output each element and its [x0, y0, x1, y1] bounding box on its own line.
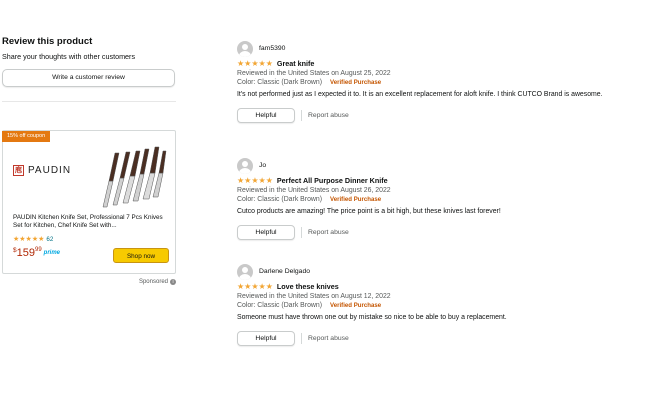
write-review-button[interactable]: Write a customer review — [2, 69, 175, 87]
review-actions: Helpful Report abuse — [237, 108, 637, 123]
review-author[interactable]: fam5390 — [237, 40, 637, 57]
review-title-line: ★★★★★ Love these knives — [237, 282, 637, 291]
review-actions: Helpful Report abuse — [237, 225, 637, 240]
review-actions: Helpful Report abuse — [237, 331, 637, 346]
verified-purchase-badge: Verified Purchase — [330, 79, 382, 86]
coupon-badge: 15% off coupon — [2, 131, 51, 142]
author-name[interactable]: Darlene Delgado — [259, 268, 310, 275]
report-abuse-link[interactable]: Report abuse — [308, 229, 349, 236]
price-fraction: 99 — [34, 247, 42, 253]
divider — [301, 227, 302, 238]
brand-logo: 庖 PAUDIN — [13, 165, 71, 176]
brand-mark-icon: 庖 — [13, 165, 24, 176]
review-author[interactable]: Darlene Delgado — [237, 263, 637, 280]
review-date: Reviewed in the United States on August … — [237, 293, 391, 300]
rating-stars-icon: ★★★★★ — [237, 59, 273, 68]
rating-stars-icon: ★★★★★ — [237, 282, 273, 291]
review-variant: Color: Classic (Dark Brown) Verified Purc… — [237, 79, 637, 86]
review-title[interactable]: Love these knives — [277, 282, 339, 291]
review-product-subtitle: Share your thoughts with other customers — [2, 52, 136, 61]
variant-color: Color: Classic (Dark Brown) — [237, 79, 322, 86]
review-body: Someone must have thrown one out by mist… — [237, 314, 507, 321]
rating-stars-icon: ★★★★★ — [13, 236, 45, 243]
review-variant: Color: Classic (Dark Brown) Verified Purc… — [237, 196, 637, 203]
review-item: fam5390 ★★★★★ Great knife Reviewed in th… — [237, 40, 637, 123]
verified-purchase-badge: Verified Purchase — [330, 196, 382, 203]
sponsored-label[interactable]: Sponsored i — [139, 279, 176, 285]
review-title-line: ★★★★★ Great knife — [237, 59, 637, 68]
avatar — [237, 157, 253, 174]
author-name[interactable]: Jo — [259, 162, 266, 169]
review-body: It's not performed just as I expected it… — [237, 91, 603, 98]
variant-color: Color: Classic (Dark Brown) — [237, 302, 322, 309]
review-author[interactable]: Jo — [237, 157, 637, 174]
ad-product-title[interactable]: PAUDIN Kitchen Knife Set, Professional 7… — [13, 214, 171, 230]
divider — [2, 101, 176, 102]
info-icon[interactable]: i — [170, 279, 176, 285]
sponsored-ad[interactable]: 15% off coupon 庖 PAUDIN PAUDIN Kitchen K… — [2, 130, 176, 274]
author-name[interactable]: fam5390 — [259, 45, 285, 52]
divider — [301, 333, 302, 344]
verified-purchase-badge: Verified Purchase — [330, 302, 382, 309]
helpful-button[interactable]: Helpful — [237, 225, 295, 240]
rating-count[interactable]: 62 — [46, 236, 53, 243]
review-sidebar: Review this product Share your thoughts … — [2, 36, 178, 102]
ad-rating[interactable]: ★★★★★ 62 — [13, 235, 53, 244]
review-item: Darlene Delgado ★★★★★ Love these knives … — [237, 263, 637, 346]
review-variant: Color: Classic (Dark Brown) Verified Purc… — [237, 302, 637, 309]
avatar — [237, 40, 253, 57]
review-date: Reviewed in the United States on August … — [237, 187, 391, 194]
brand-name: PAUDIN — [28, 165, 72, 176]
variant-color: Color: Classic (Dark Brown) — [237, 196, 322, 203]
rating-stars-icon: ★★★★★ — [237, 176, 273, 185]
report-abuse-link[interactable]: Report abuse — [308, 112, 349, 119]
knife-set-image[interactable] — [95, 143, 167, 209]
report-abuse-link[interactable]: Report abuse — [308, 335, 349, 342]
helpful-button[interactable]: Helpful — [237, 108, 295, 123]
review-item: Jo ★★★★★ Perfect All Purpose Dinner Knif… — [237, 157, 637, 240]
sponsored-text: Sponsored — [138, 279, 168, 285]
divider — [301, 110, 302, 121]
prime-icon: prime — [43, 250, 61, 256]
helpful-button[interactable]: Helpful — [237, 331, 295, 346]
review-title-line: ★★★★★ Perfect All Purpose Dinner Knife — [237, 176, 637, 185]
review-product-heading: Review this product — [2, 36, 93, 47]
review-body: Cutco products are amazing! The price po… — [237, 208, 501, 215]
review-title[interactable]: Great knife — [277, 59, 315, 68]
avatar — [237, 263, 253, 280]
ad-price: $15999 prime — [13, 247, 60, 259]
price-whole: 159 — [16, 247, 35, 259]
shop-now-button[interactable]: Shop now — [113, 248, 169, 263]
review-title[interactable]: Perfect All Purpose Dinner Knife — [277, 176, 388, 185]
review-date: Reviewed in the United States on August … — [237, 70, 391, 77]
